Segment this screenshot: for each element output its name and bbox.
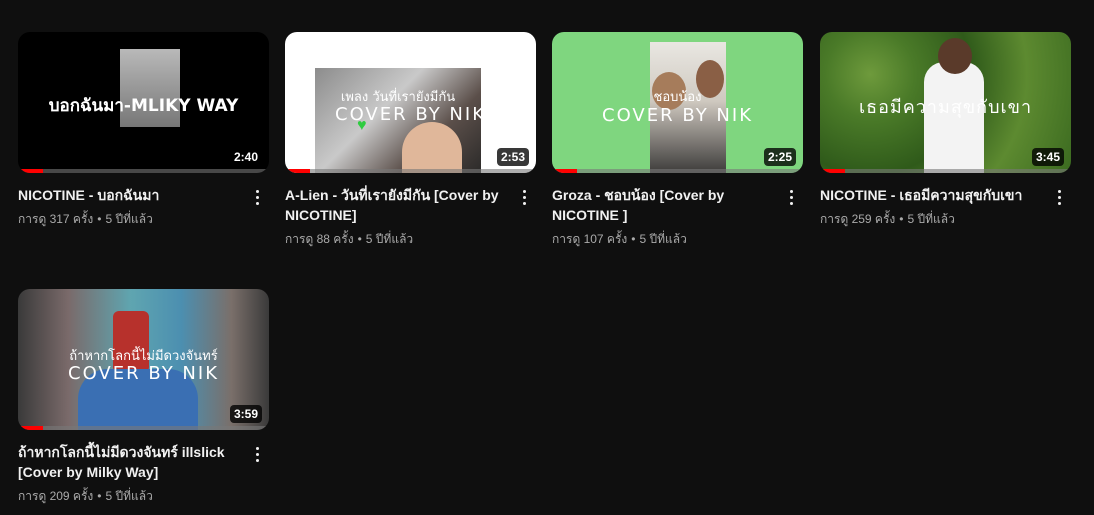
duration-badge: 3:45 [1031,148,1064,166]
video-thumbnail[interactable]: เพลง วันที่เรายังมีกัน COVER BY NIK ♥ 2:… [285,32,536,173]
video-thumbnail[interactable]: เธอมีความสุขกับเขา 3:45 [820,32,1071,173]
upload-age: 5 ปีที่แล้ว [105,489,153,503]
video-stats: การดู 317 ครั้ง • 5 ปีที่แล้ว [18,210,241,228]
video-meta: NICOTINE - เธอมีความสุขกับเขา การดู 259 … [820,185,1071,228]
watch-progress-fill [820,169,846,173]
watch-progress-fill [285,169,311,173]
upload-age: 5 ปีที่แล้ว [639,232,687,246]
view-count: การดู 88 ครั้ง [285,232,354,246]
watch-progress-fill [18,426,44,430]
view-count: การดู 317 ครั้ง [18,212,94,226]
video-thumbnail[interactable]: ถ้าหากโลกนี้ไม่มีดวงจันทร์ COVER BY NIK … [18,289,269,430]
duration-badge: 2:40 [229,148,262,166]
video-title[interactable]: NICOTINE - บอกฉันมา [18,185,241,205]
duration-badge: 2:53 [496,148,529,166]
watch-progress [820,169,1071,173]
vertical-dots-icon[interactable] [245,442,269,466]
video-stats: การดู 107 ครั้ง • 5 ปีที่แล้ว [552,230,775,248]
vertical-dots-icon[interactable] [1047,185,1071,209]
vertical-dots-icon[interactable] [779,185,803,209]
watch-progress [285,169,536,173]
thumbnail-caption: ชอบน้อง [653,90,702,105]
upload-age: 5 ปีที่แล้ว [907,212,955,226]
video-thumbnail[interactable]: ชอบน้อง COVER BY NIK 2:25 [552,32,803,173]
view-count: การดู 107 ครั้ง [552,232,628,246]
video-card[interactable]: เธอมีความสุขกับเขา 3:45 NICOTINE - เธอมี… [820,32,1071,228]
video-stats: การดู 88 ครั้ง • 5 ปีที่แล้ว [285,230,508,248]
video-thumbnail[interactable]: บอกฉันมา-MLIKY WAY 2:40 [18,32,269,173]
thumbnail-caption: เธอมีความสุขกับเขา [858,97,1033,118]
video-meta: A-Lien - วันที่เรายังมีกัน [Cover by NIC… [285,185,536,248]
heart-icon: ♥ [357,117,367,134]
video-meta: ถ้าหากโลกนี้ไม่มีดวงจันทร์ illslick [Cov… [18,442,269,505]
view-count: การดู 209 ครั้ง [18,489,94,503]
view-count: การดู 259 ครั้ง [820,212,896,226]
video-meta: Groza - ชอบน้อง [Cover by NICOTINE ] การ… [552,185,803,248]
upload-age: 5 ปีที่แล้ว [365,232,414,246]
thumbnail-subcaption: COVER BY NIK [68,363,219,384]
video-stats: การดู 259 ครั้ง • 5 ปีที่แล้ว [820,210,1043,228]
watch-progress-fill [18,169,44,173]
video-stats: การดู 209 ครั้ง • 5 ปีที่แล้ว [18,487,241,505]
video-card[interactable]: ถ้าหากโลกนี้ไม่มีดวงจันทร์ COVER BY NIK … [18,289,269,505]
separator-dot: • [631,232,636,246]
video-meta: NICOTINE - บอกฉันมา การดู 317 ครั้ง • 5 ปี… [18,185,269,228]
upload-age: 5 ปีที่แล้ว [105,212,153,226]
video-card[interactable]: บอกฉันมา-MLIKY WAY 2:40 NICOTINE - บอกฉั… [18,32,269,228]
vertical-dots-icon[interactable] [245,185,269,209]
watch-progress [552,169,803,173]
thumbnail-caption: บอกฉันมา-MLIKY WAY [48,96,239,116]
video-title[interactable]: Groza - ชอบน้อง [Cover by NICOTINE ] [552,185,775,225]
separator-dot: • [97,212,102,226]
video-title[interactable]: NICOTINE - เธอมีความสุขกับเขา [820,185,1043,205]
separator-dot: • [357,232,362,246]
duration-badge: 2:25 [763,148,796,166]
watch-progress-fill [552,169,578,173]
video-title[interactable]: ถ้าหากโลกนี้ไม่มีดวงจันทร์ illslick [Cov… [18,442,241,482]
vertical-dots-icon[interactable] [512,185,536,209]
separator-dot: • [899,212,904,226]
thumbnail-subcaption: COVER BY NIK [602,105,753,126]
thumbnail-subcaption: COVER BY NIK [335,104,486,125]
video-card[interactable]: เพลง วันที่เรายังมีกัน COVER BY NIK ♥ 2:… [285,32,536,248]
duration-badge: 3:59 [229,405,262,423]
video-grid: บอกฉันมา-MLIKY WAY 2:40 NICOTINE - บอกฉั… [0,0,1094,515]
video-title[interactable]: A-Lien - วันที่เรายังมีกัน [Cover by NIC… [285,185,508,225]
watch-progress [18,169,269,173]
watch-progress [18,426,269,430]
video-card[interactable]: ชอบน้อง COVER BY NIK 2:25 Groza - ชอบน้อ… [552,32,803,248]
separator-dot: • [97,489,102,503]
